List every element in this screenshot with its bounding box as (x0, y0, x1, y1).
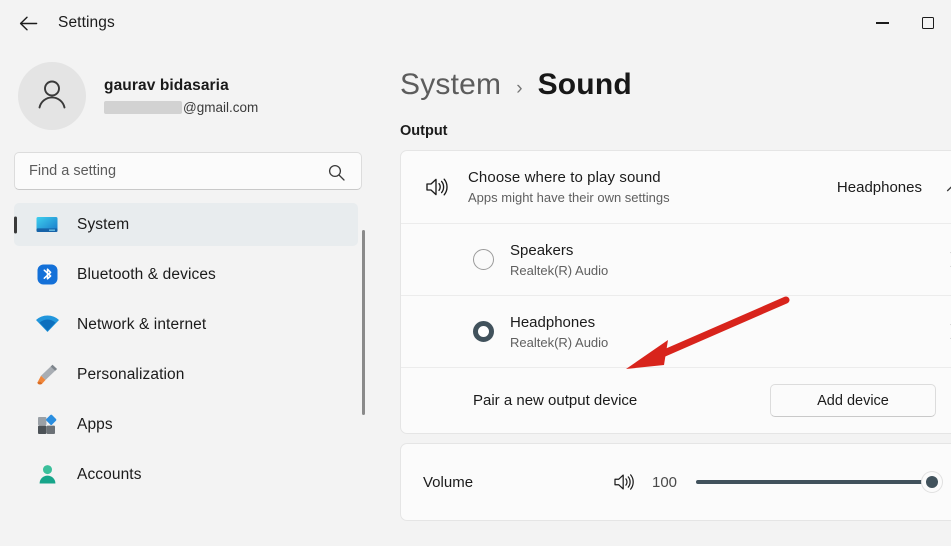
content-pane: System › Sound Output Choose where to pl… (372, 46, 951, 546)
minimize-button[interactable] (859, 0, 905, 46)
radio-selected[interactable] (473, 321, 494, 342)
device-option-speakers[interactable]: Speakers Realtek(R) Audio (401, 223, 951, 295)
device-name: Speakers (510, 241, 574, 259)
sidebar-nav: System Bluetooth & devices Network & int… (0, 203, 372, 543)
volume-slider[interactable] (696, 471, 942, 493)
chevron-up-icon[interactable] (938, 182, 951, 193)
app-title: Settings (58, 14, 115, 31)
person-icon (32, 74, 72, 119)
back-arrow-icon (19, 16, 38, 31)
sidebar-item-network-internet[interactable]: Network & internet (14, 303, 358, 346)
minimize-icon (875, 22, 889, 24)
volume-card: Volume 100 (400, 443, 951, 521)
device-text: Headphones Realtek(R) Audio (510, 314, 938, 350)
section-header-output: Output (400, 123, 448, 139)
sidebar-item-system[interactable]: System (14, 203, 358, 246)
device-text: Speakers Realtek(R) Audio (510, 242, 938, 278)
search-icon[interactable] (328, 164, 345, 186)
breadcrumb: System › Sound (372, 46, 951, 102)
profile-email: @gmail.com (104, 100, 258, 115)
sidebar-scrollbar[interactable] (362, 230, 365, 415)
sidebar-item-label: Apps (77, 415, 113, 433)
slider-track (696, 479, 939, 485)
selection-indicator (14, 216, 17, 233)
search-box[interactable] (14, 152, 362, 190)
sidebar-item-accounts[interactable]: Accounts (14, 453, 358, 496)
pair-device-label: Pair a new output device (473, 392, 638, 409)
add-device-button[interactable]: Add device (770, 384, 936, 417)
choose-output-value: Headphones (836, 178, 922, 196)
profile-text: gaurav bidasaria @gmail.com (104, 77, 258, 115)
sidebar-item-label: Network & internet (77, 315, 207, 333)
account-icon (33, 464, 61, 486)
choose-output-subtitle: Apps might have their own settings (468, 190, 670, 205)
sidebar-item-label: Bluetooth & devices (77, 265, 216, 283)
maximize-icon (922, 17, 934, 29)
device-driver: Realtek(R) Audio (510, 334, 609, 350)
volume-label: Volume (423, 473, 474, 491)
sidebar-item-label: Accounts (77, 465, 142, 483)
sidebar: gaurav bidasaria @gmail.com Find a setti… (0, 46, 372, 546)
device-name: Headphones (510, 313, 596, 331)
pair-device-row: Pair a new output device Add device (401, 367, 951, 433)
redacted-email-block (104, 101, 182, 114)
search-container (0, 132, 372, 190)
page-title: Sound (537, 68, 632, 101)
device-driver: Realtek(R) Audio (510, 262, 609, 278)
settings-window: Settings gaurav bidasaria @gmail.com Fin… (0, 0, 951, 546)
avatar (18, 62, 86, 130)
window-controls (859, 0, 951, 46)
speaker-icon[interactable] (613, 472, 641, 492)
slider-thumb[interactable] (922, 472, 942, 492)
wifi-icon (33, 314, 61, 336)
bluetooth-icon (33, 264, 61, 286)
paintbrush-icon (33, 364, 61, 386)
maximize-button[interactable] (905, 0, 951, 46)
choose-output-row[interactable]: Choose where to play sound Apps might ha… (401, 151, 951, 223)
sidebar-item-label: Personalization (77, 365, 185, 383)
volume-value: 100 (652, 473, 678, 491)
sidebar-item-bluetooth-devices[interactable]: Bluetooth & devices (14, 253, 358, 296)
apps-icon (33, 414, 61, 436)
breadcrumb-parent[interactable]: System (400, 68, 501, 102)
output-card: Choose where to play sound Apps might ha… (400, 150, 951, 434)
volume-row: Volume 100 (401, 444, 951, 520)
breadcrumb-separator-icon: › (516, 78, 523, 99)
profile-name: gaurav bidasaria (104, 77, 229, 94)
sidebar-item-label: System (77, 215, 130, 233)
profile-email-suffix: @gmail.com (183, 100, 259, 115)
speaker-icon (421, 176, 455, 198)
sidebar-item-apps[interactable]: Apps (14, 403, 358, 446)
choose-output-text: Choose where to play sound Apps might ha… (468, 169, 837, 205)
radio-unselected[interactable] (473, 249, 494, 270)
chevron-right-icon[interactable] (938, 251, 951, 268)
chevron-right-icon[interactable] (938, 323, 951, 340)
monitor-icon (33, 214, 61, 236)
back-button[interactable] (10, 7, 46, 39)
title-bar: Settings (0, 0, 951, 46)
device-option-headphones[interactable]: Headphones Realtek(R) Audio (401, 295, 951, 367)
sidebar-item-personalization[interactable]: Personalization (14, 353, 358, 396)
search-input[interactable] (15, 163, 315, 179)
profile-card[interactable]: gaurav bidasaria @gmail.com (0, 46, 372, 132)
choose-output-title: Choose where to play sound (468, 169, 661, 186)
